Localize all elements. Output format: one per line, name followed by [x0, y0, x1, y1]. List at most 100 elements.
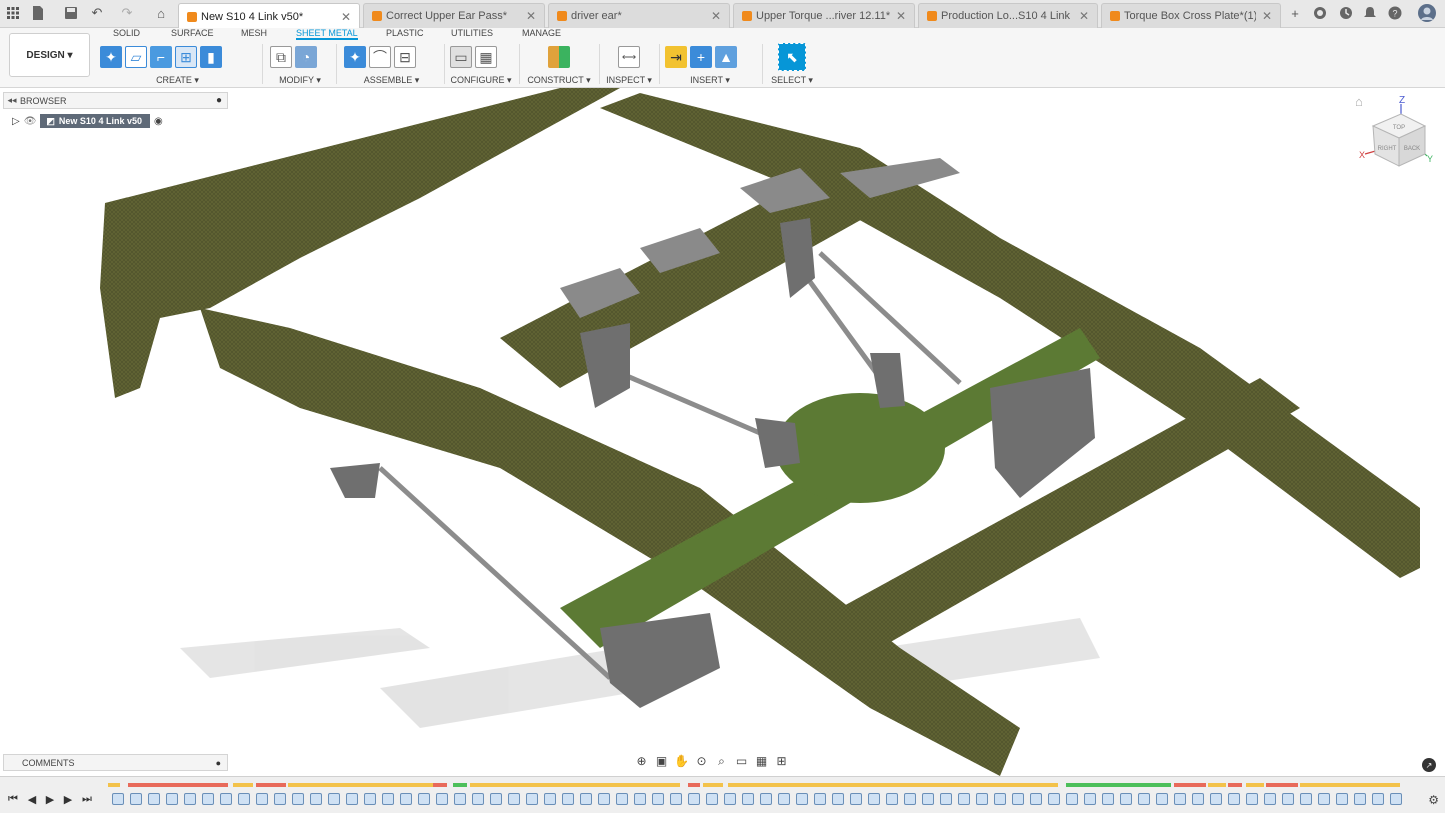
tab-manage[interactable]: MANAGE	[522, 28, 561, 40]
parameters-icon[interactable]: ▭	[450, 46, 472, 68]
timeline-feature-icon[interactable]	[796, 793, 808, 805]
collapse-icon[interactable]: ◂◂	[4, 95, 20, 106]
timeline-feature-icon[interactable]	[940, 793, 952, 805]
add-comment-icon[interactable]: ●	[216, 758, 221, 768]
timeline-feature-icon[interactable]	[616, 793, 628, 805]
browser-tree-root[interactable]: ▷ 👁 ◩ New S10 4 Link v50 ◉	[12, 114, 163, 128]
timeline-feature-icon[interactable]	[778, 793, 790, 805]
tab-plastic[interactable]: PLASTIC	[386, 28, 424, 40]
help-icon[interactable]: ?	[1387, 5, 1403, 21]
grid-settings-icon[interactable]: ▦	[753, 753, 770, 769]
timeline-feature-icon[interactable]	[148, 793, 160, 805]
look-at-icon[interactable]: ▣	[653, 753, 670, 769]
zoom-icon[interactable]: ⊙	[693, 753, 710, 769]
timeline-feature-icon[interactable]	[1192, 793, 1204, 805]
unfold-icon[interactable]: ⊞	[175, 46, 197, 68]
refresh-icon[interactable]	[1312, 5, 1328, 21]
timeline-feature-icon[interactable]	[742, 793, 754, 805]
timeline-feature-icon[interactable]	[706, 793, 718, 805]
redo-icon[interactable]: ↷	[119, 5, 135, 21]
timeline-feature-icon[interactable]	[112, 793, 124, 805]
document-tab[interactable]: Torque Box Cross Plate*(1) ✕	[1101, 3, 1281, 28]
configure-menu[interactable]: CONFIGURE ▾	[450, 74, 512, 86]
clock-icon[interactable]	[1338, 5, 1354, 21]
timeline-feature-icon[interactable]	[166, 793, 178, 805]
timeline-feature-icon[interactable]	[850, 793, 862, 805]
timeline-feature-icon[interactable]	[562, 793, 574, 805]
timeline-feature-icon[interactable]	[1372, 793, 1384, 805]
select-icon[interactable]: ⬉	[778, 43, 806, 71]
minimize-icon[interactable]: ●	[211, 95, 227, 106]
timeline-feature-icon[interactable]	[598, 793, 610, 805]
as-built-joint-icon[interactable]: ⊟	[394, 46, 416, 68]
orbit-icon[interactable]: ⊕	[633, 753, 650, 769]
close-icon[interactable]: ✕	[711, 9, 721, 23]
timeline-feature-icon[interactable]	[1156, 793, 1168, 805]
timeline-feature-icon[interactable]	[1102, 793, 1114, 805]
timeline-feature-icon[interactable]	[526, 793, 538, 805]
timeline-feature-icon[interactable]	[472, 793, 484, 805]
timeline-feature-icon[interactable]	[1210, 793, 1222, 805]
tab-solid[interactable]: SOLID	[113, 28, 140, 40]
timeline-feature-icon[interactable]	[1300, 793, 1312, 805]
timeline-feature-icon[interactable]	[904, 793, 916, 805]
construct-menu[interactable]: CONSTRUCT ▾	[525, 74, 593, 86]
timeline-feature-icon[interactable]	[994, 793, 1006, 805]
timeline-feature-icon[interactable]	[1336, 793, 1348, 805]
grid-icon[interactable]	[5, 5, 21, 21]
configuration-table-icon[interactable]: ▦	[475, 46, 497, 68]
close-icon[interactable]: ✕	[1262, 9, 1272, 23]
sketch-icon[interactable]: ▱	[125, 46, 147, 68]
timeline-feature-icon[interactable]	[490, 793, 502, 805]
fillet-icon[interactable]: ◔	[295, 46, 317, 68]
workspace-switcher[interactable]: DESIGN ▾	[9, 33, 90, 77]
new-component-icon[interactable]: ✦	[100, 46, 122, 68]
step-back-icon[interactable]: ◀	[25, 792, 39, 806]
timeline-feature-icon[interactable]	[382, 793, 394, 805]
timeline-feature-icon[interactable]	[418, 793, 430, 805]
timeline-feature-icon[interactable]	[634, 793, 646, 805]
timeline-feature-icon[interactable]	[1084, 793, 1096, 805]
timeline-feature-icon[interactable]	[1174, 793, 1186, 805]
timeline-feature-icon[interactable]	[1246, 793, 1258, 805]
timeline-feature-icon[interactable]	[1120, 793, 1132, 805]
chassis-model[interactable]	[0, 88, 1445, 776]
activate-radio-icon[interactable]: ◉	[154, 116, 163, 127]
extrude-icon[interactable]: ▮	[200, 46, 222, 68]
timeline-feature-icon[interactable]	[328, 793, 340, 805]
timeline-feature-icon[interactable]	[760, 793, 772, 805]
document-tab-active[interactable]: New S10 4 Link v50* ✕	[178, 3, 360, 29]
play-icon[interactable]: ▶	[43, 792, 57, 806]
canvas-image-icon[interactable]: ▲	[715, 46, 737, 68]
tab-utilities[interactable]: UTILITIES	[451, 28, 493, 40]
file-icon[interactable]	[30, 5, 46, 21]
timeline-feature-icon[interactable]	[1390, 793, 1402, 805]
timeline-feature-icon[interactable]	[436, 793, 448, 805]
offset-plane-icon[interactable]	[548, 46, 570, 68]
document-tab[interactable]: Production Lo...S10 4 Link v1 ✕	[918, 3, 1098, 28]
timeline-feature-icon[interactable]	[958, 793, 970, 805]
timeline-feature-icon[interactable]	[274, 793, 286, 805]
timeline-feature-icon[interactable]	[1282, 793, 1294, 805]
timeline-feature-icon[interactable]	[202, 793, 214, 805]
timeline-feature-icon[interactable]	[886, 793, 898, 805]
timeline-feature-icon[interactable]	[508, 793, 520, 805]
timeline-feature-icon[interactable]	[1264, 793, 1276, 805]
timeline-feature-icon[interactable]	[220, 793, 232, 805]
text-command-icon[interactable]: ↗	[1422, 758, 1436, 772]
timeline-feature-icon[interactable]	[256, 793, 268, 805]
timeline-feature-icon[interactable]	[364, 793, 376, 805]
timeline-feature-icon[interactable]	[1138, 793, 1150, 805]
timeline-feature-icon[interactable]	[868, 793, 880, 805]
home-icon[interactable]: ⌂	[153, 5, 169, 21]
timeline-feature-icon[interactable]	[670, 793, 682, 805]
insert-menu[interactable]: INSERT ▾	[665, 74, 755, 86]
timeline-feature-icon[interactable]	[400, 793, 412, 805]
timeline-feature-icon[interactable]	[976, 793, 988, 805]
document-tab[interactable]: Correct Upper Ear Pass* ✕	[363, 3, 545, 28]
timeline-feature-icon[interactable]	[1048, 793, 1060, 805]
tab-mesh[interactable]: MESH	[241, 28, 267, 40]
viewports-icon[interactable]: ⊞	[773, 753, 790, 769]
close-icon[interactable]: ✕	[1079, 9, 1089, 23]
root-component[interactable]: ◩ New S10 4 Link v50	[40, 114, 150, 128]
